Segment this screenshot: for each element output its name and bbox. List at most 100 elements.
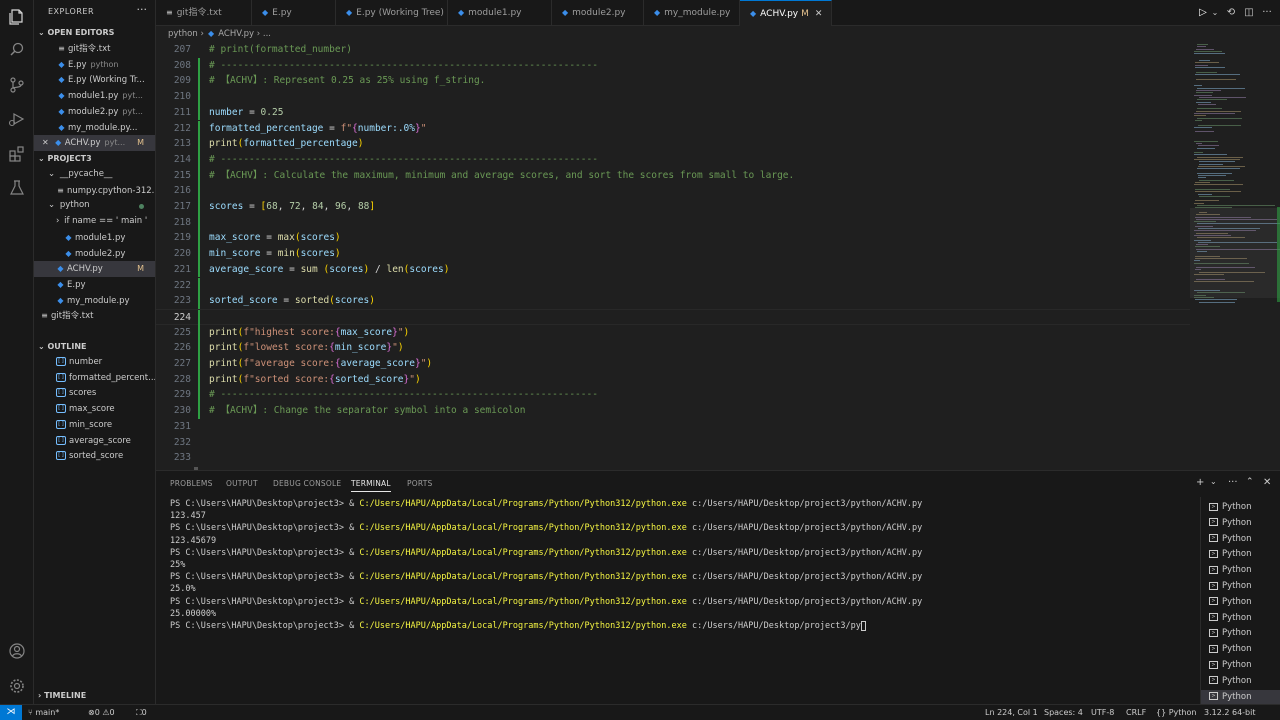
code-line[interactable]: 228 print(f"sorted score:{sorted_score}"): [156, 371, 1190, 388]
problems-status[interactable]: ⊗0 ⚠0: [88, 705, 115, 720]
project-tree-item[interactable]: ◆ E.py: [34, 277, 155, 293]
tab-achv-py[interactable]: ◆ ACHV.py M ✕: [740, 0, 832, 26]
outline-item[interactable]: [ ] formatted_percent...: [34, 371, 155, 387]
terminal-instance-item[interactable]: > Python: [1201, 516, 1280, 532]
settings-gear-icon[interactable]: [7, 677, 27, 697]
language-mode[interactable]: {} Python: [1156, 705, 1196, 720]
project-tree-item[interactable]: ⌄ python: [34, 198, 155, 214]
new-terminal-icon[interactable]: +: [1196, 477, 1204, 488]
open-editor-item[interactable]: ≡ git指令.txt: [34, 41, 155, 57]
code-line[interactable]: 230 # 【ACHV】: Change the separator symbol…: [156, 403, 1190, 419]
outline-item[interactable]: [ ] min_score: [34, 418, 155, 434]
project-tree-item[interactable]: ◆ ACHV.py M: [34, 261, 155, 277]
indentation[interactable]: Spaces: 4: [1044, 705, 1083, 720]
tab-e-py[interactable]: ◆ E.py: [252, 0, 336, 26]
terminal-instance-item[interactable]: > Python: [1201, 642, 1280, 658]
open-editor-item[interactable]: ◆ my_module.py...: [34, 120, 155, 136]
open-editor-item[interactable]: ◆ E.py python: [34, 57, 155, 73]
terminal-instance-item[interactable]: > Python: [1201, 689, 1280, 706]
terminal-instance-item[interactable]: > Python: [1201, 626, 1280, 642]
open-editor-item[interactable]: ✕ ◆ ACHV.py pyt... M: [34, 135, 155, 151]
code-line[interactable]: 207 # print(formatted_number): [156, 42, 1190, 58]
tab-module1-py[interactable]: ◆ module1.py: [448, 0, 552, 26]
code-line[interactable]: 225 print(f"highest score:{max_score}"): [156, 324, 1190, 341]
code-line[interactable]: 219 max_score = max(scores): [156, 230, 1190, 247]
project-tree-item[interactable]: ◆ my_module.py: [34, 293, 155, 309]
outline-header[interactable]: ⌄ OUTLINE: [34, 340, 155, 354]
terminal-instance-item[interactable]: > Python: [1201, 532, 1280, 548]
terminal-instance-item[interactable]: > Python: [1201, 611, 1280, 627]
extensions-icon[interactable]: [7, 145, 27, 165]
terminal-instance-item[interactable]: > Python: [1201, 658, 1280, 674]
tab-module2-py[interactable]: ◆ module2.py: [552, 0, 644, 26]
terminal-instance-item[interactable]: > Python: [1201, 595, 1280, 611]
terminal-instance-item[interactable]: > Python: [1201, 579, 1280, 595]
tab-git-txt[interactable]: ≡ git指令.txt: [156, 0, 252, 26]
maximize-panel-icon[interactable]: ⌃: [1246, 477, 1254, 487]
code-line[interactable]: 216: [156, 183, 1190, 199]
more-actions-icon[interactable]: ···: [1228, 477, 1238, 488]
testing-icon[interactable]: [7, 179, 27, 199]
code-line[interactable]: 208 # -----------------------------------…: [156, 57, 1190, 74]
breadcrumb-folder[interactable]: python: [168, 29, 198, 39]
panel-tab-output[interactable]: OUTPUT: [226, 479, 258, 488]
close-icon[interactable]: ✕: [815, 9, 823, 19]
terminal-instance-item[interactable]: > Python: [1201, 547, 1280, 563]
more-actions-icon[interactable]: ···: [137, 3, 148, 16]
explorer-icon[interactable]: [7, 8, 27, 28]
code-line[interactable]: 217 scores = [68, 72, 84, 96, 88]: [156, 199, 1190, 215]
more-actions-icon[interactable]: ···: [1260, 6, 1274, 20]
project-tree-item[interactable]: ⌄ __pycache__: [34, 167, 155, 183]
panel-tab-terminal[interactable]: TERMINAL: [351, 479, 391, 492]
minimap-slider[interactable]: [1190, 208, 1280, 298]
timeline-header[interactable]: › TIMELINE: [34, 689, 155, 703]
project-tree-item[interactable]: ≡ numpy.cpython-312...: [34, 183, 155, 199]
code-line[interactable]: 213 print(formatted_percentage): [156, 136, 1190, 152]
outline-item[interactable]: [ ] max_score: [34, 402, 155, 418]
panel-tab-ports[interactable]: PORTS: [407, 479, 432, 488]
outline-item[interactable]: [ ] scores: [34, 386, 155, 402]
code-line[interactable]: 212 formatted_percentage = f"{number:.0%}…: [156, 120, 1190, 137]
encoding[interactable]: UTF-8: [1091, 705, 1114, 720]
search-icon[interactable]: [7, 41, 27, 61]
account-icon[interactable]: [7, 642, 27, 662]
outline-item[interactable]: [ ] average_score: [34, 434, 155, 450]
project-tree-item[interactable]: › if name == ' main ': [34, 214, 155, 230]
code-line[interactable]: 214 # -----------------------------------…: [156, 151, 1190, 168]
code-editor[interactable]: 207 # print(formatted_number) 208 # -------…: [156, 42, 1190, 470]
breadcrumb-file[interactable]: ACHV.py: [218, 29, 254, 39]
project-tree-item[interactable]: ≡ git指令.txt: [34, 308, 155, 324]
ports-status[interactable]: ⛶0: [136, 705, 147, 720]
code-line[interactable]: 223 sorted_score = sorted(scores): [156, 293, 1190, 309]
close-icon[interactable]: ✕: [42, 138, 49, 147]
terminal-dropdown-icon[interactable]: ⌄: [1210, 477, 1217, 486]
outline-item[interactable]: [ ] number: [34, 355, 155, 371]
tab-my-module-py[interactable]: ◆ my_module.py: [644, 0, 740, 26]
panel-tab-problems[interactable]: PROBLEMS: [170, 479, 213, 488]
run-dropdown-icon[interactable]: ⌄: [1208, 6, 1222, 20]
code-line[interactable]: 221 average_score = sum (scores) / len(sc…: [156, 261, 1190, 278]
code-line[interactable]: 232: [156, 435, 1190, 451]
panel-tab-debug-console[interactable]: DEBUG CONSOLE: [273, 479, 341, 488]
terminal-instance-item[interactable]: > Python: [1201, 563, 1280, 579]
code-line[interactable]: 220 min_score = min(scores): [156, 246, 1190, 262]
run-debug-icon[interactable]: [7, 110, 27, 130]
terminal-instance-item[interactable]: > Python: [1201, 500, 1280, 516]
project-tree-item[interactable]: ◆ module1.py: [34, 230, 155, 246]
project-tree-item[interactable]: ◆ module2.py: [34, 246, 155, 262]
project-header[interactable]: ⌄ PROJECT3: [34, 152, 155, 166]
open-editors-header[interactable]: ⌄ OPEN EDITORS: [34, 26, 155, 40]
branch-status[interactable]: ⑂ main*: [28, 705, 59, 720]
code-line[interactable]: 211 number = 0.25: [156, 104, 1190, 121]
remote-indicator-icon[interactable]: ⋊: [0, 705, 22, 720]
code-line[interactable]: 209 # 【ACHV】: Represent 0.25 as 25% using…: [156, 73, 1190, 90]
python-interpreter[interactable]: 3.12.2 64-bit: [1204, 705, 1256, 720]
outline-item[interactable]: [ ] sorted_score: [34, 449, 155, 465]
source-control-icon[interactable]: [7, 76, 27, 96]
code-line[interactable]: 215 # 【ACHV】: Calculate the maximum, mini…: [156, 167, 1190, 184]
breadcrumb-symbol[interactable]: ...: [263, 29, 271, 39]
code-line[interactable]: 226 print(f"lowest score:{min_score}"): [156, 340, 1190, 356]
code-line[interactable]: 233: [156, 450, 1190, 466]
code-line[interactable]: 222: [156, 277, 1190, 294]
open-editor-item[interactable]: ◆ module2.py pyt...: [34, 104, 155, 120]
